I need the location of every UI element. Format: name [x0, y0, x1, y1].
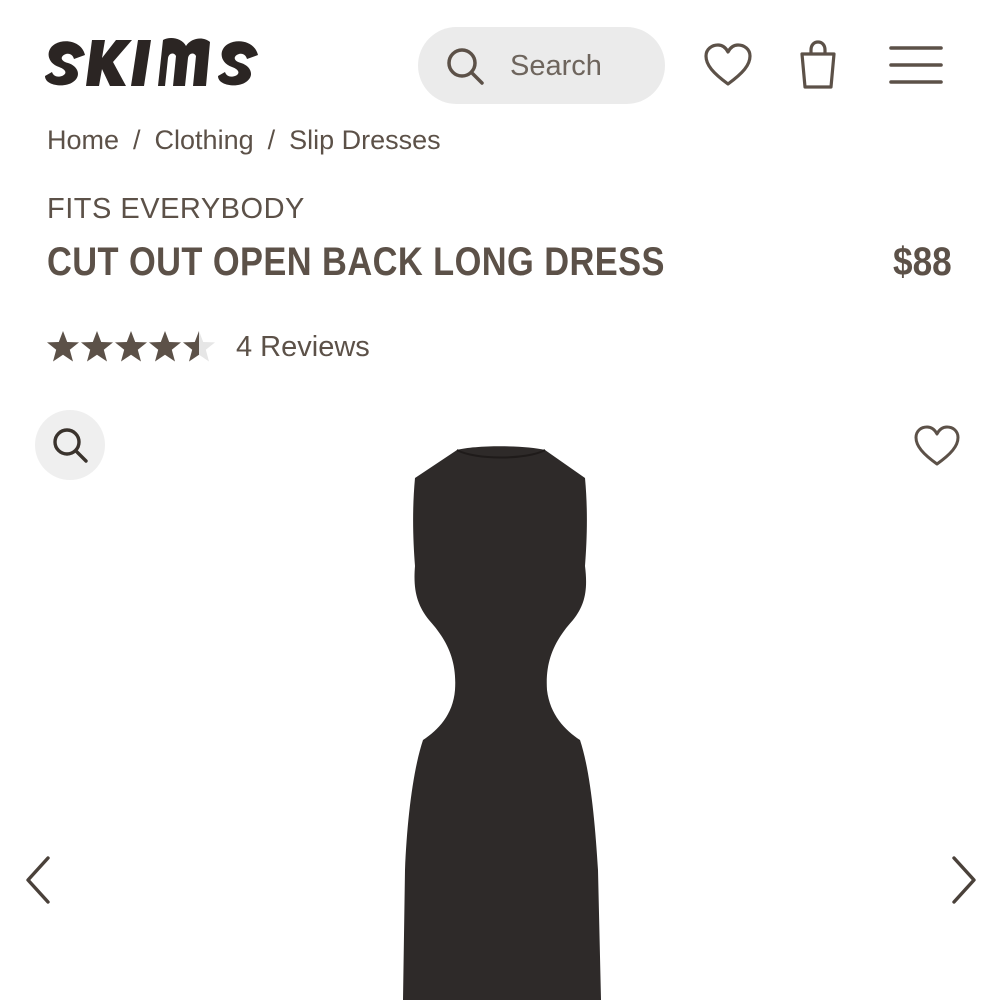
zoom-button[interactable]	[35, 410, 105, 480]
reviews-link[interactable]: 4 Reviews	[236, 331, 370, 364]
star-icon	[47, 331, 79, 362]
star-icon	[81, 331, 113, 362]
product-title: CUT OUT OPEN BACK LONG DRESS	[47, 240, 665, 284]
star-icon	[115, 331, 147, 362]
site-header: Search	[0, 0, 1000, 125]
skims-logo[interactable]	[40, 32, 268, 92]
breadcrumb-separator: /	[133, 125, 141, 155]
search-bar[interactable]: Search	[418, 27, 665, 104]
chevron-right-icon[interactable]	[946, 852, 980, 908]
breadcrumb-separator: /	[267, 125, 276, 155]
product-image-dress[interactable]	[395, 440, 610, 1000]
breadcrumb-home[interactable]: Home	[47, 125, 119, 155]
search-input-placeholder[interactable]: Search	[510, 49, 602, 83]
zoom-search-icon	[53, 428, 88, 463]
breadcrumb-slip-dresses[interactable]: Slip Dresses	[289, 125, 441, 155]
chevron-left-icon[interactable]	[22, 852, 56, 908]
breadcrumb-clothing[interactable]: Clothing	[155, 125, 254, 155]
search-icon	[447, 48, 484, 85]
half-star-icon	[183, 331, 215, 362]
star-rating[interactable]	[46, 330, 218, 364]
product-price: $88	[893, 240, 952, 284]
shopping-bag-icon[interactable]	[798, 40, 838, 90]
hamburger-menu-icon[interactable]	[888, 44, 944, 86]
product-collection: FITS EVERYBODY	[47, 193, 305, 225]
heart-icon[interactable]	[913, 424, 961, 468]
star-icon	[149, 331, 181, 362]
breadcrumb: Home / Clothing / Slip Dresses	[47, 125, 567, 157]
heart-icon[interactable]	[703, 42, 753, 88]
